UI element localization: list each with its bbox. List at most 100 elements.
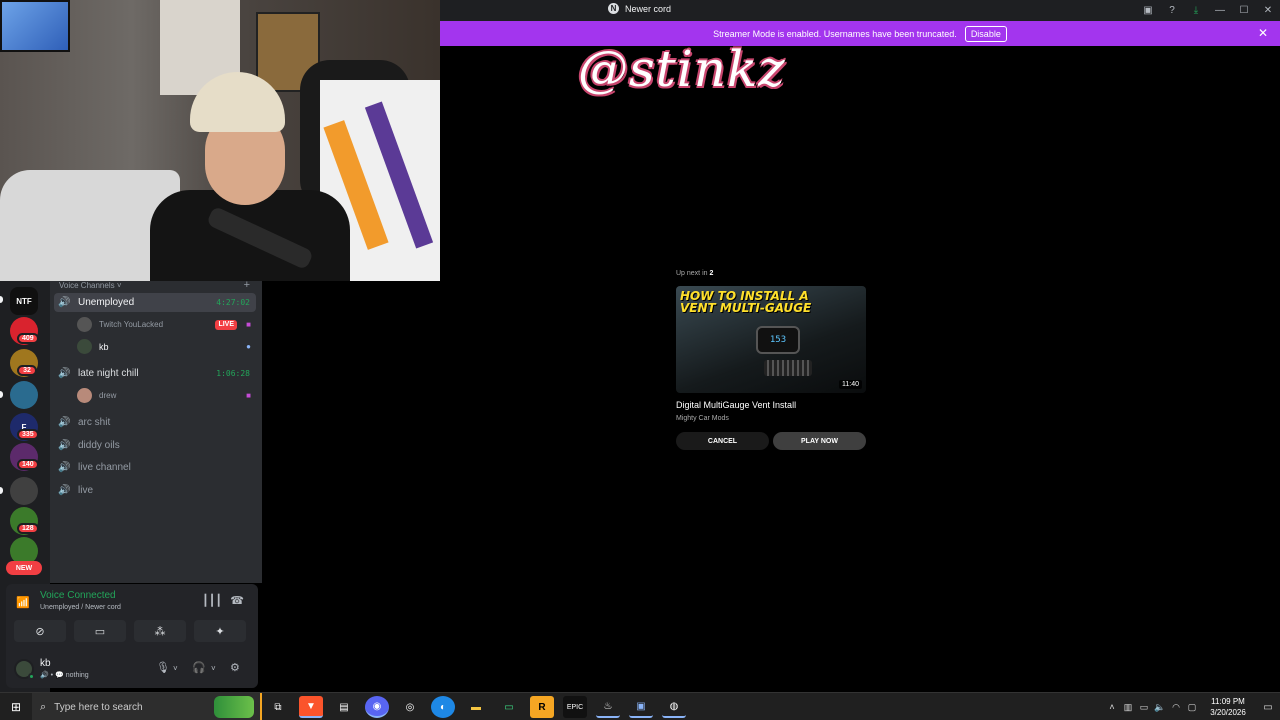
volume-icon[interactable]: 🔈 [1152, 702, 1168, 713]
voice-channel-label: live [78, 485, 94, 496]
network-icon[interactable]: ▥ [1120, 702, 1136, 713]
speaker-icon: 🔊 [58, 297, 71, 308]
soundboard-button[interactable]: ✦ [194, 620, 246, 642]
voice-channel-arc-shit[interactable]: 🔊 arc shit [54, 413, 256, 432]
app-icon[interactable]: ◎ [398, 696, 422, 718]
display-icon[interactable]: ▢ [1184, 702, 1200, 713]
channel-list: Voice Channels ˅ + 🔊 Unemployed 4:27:02 … [50, 279, 262, 583]
windows-start-button[interactable]: ⊞ [0, 693, 32, 720]
webcam-monitor [0, 0, 70, 52]
close-icon[interactable]: ✕ [1258, 26, 1268, 40]
video-channel[interactable]: Mighty Car Mods [676, 415, 729, 422]
activity-icon: ■ [246, 391, 251, 400]
screen-share-button[interactable]: ▭ [74, 620, 126, 642]
brave-browser-icon[interactable]: ▼ [299, 696, 323, 718]
epic-games-icon[interactable]: EPIC [563, 696, 587, 718]
rockstar-launcher-icon[interactable]: R [530, 696, 554, 718]
gear-icon[interactable]: ⚙ [230, 661, 240, 674]
search-icon: ⌕ [40, 700, 47, 713]
app-icon[interactable]: ◐ [431, 696, 455, 718]
battery-icon[interactable]: ▭ [1136, 702, 1152, 713]
soundboard-icon: ✦ [215, 625, 225, 638]
stream-watermark: @stinkz [578, 40, 786, 98]
taskbar-search[interactable]: ⌕ Type here to search [32, 693, 262, 720]
server-icon[interactable] [10, 381, 38, 409]
webcam-overlay [0, 0, 440, 281]
voice-channel-late-night-chill[interactable]: 🔊 late night chill 1:06:28 [54, 364, 256, 383]
chevron-up-icon[interactable]: ˄ [1104, 702, 1120, 712]
voice-channel-label: late night chill [78, 368, 139, 379]
username[interactable]: kb [40, 658, 51, 669]
server-icon-ntf[interactable]: NTF [10, 287, 38, 315]
signal-icon[interactable]: 📶 [16, 596, 30, 609]
up-next-countdown: 2 [709, 270, 714, 277]
camera-off-icon: ⊘ [35, 625, 45, 638]
voice-channel-diddy-oils[interactable]: 🔊 diddy oils [54, 436, 256, 455]
disable-streamer-mode-button[interactable]: Disable [964, 25, 1007, 42]
up-next-thumbnail[interactable]: HOW TO INSTALL A VENT MULTI-GAUGE 153 11… [676, 286, 866, 393]
cancel-button[interactable]: CANCEL [676, 432, 769, 450]
server-mention-badge: 409 [17, 333, 39, 344]
notifications-icon[interactable]: ▭ [1256, 702, 1280, 713]
download-icon[interactable]: ⤓ [1184, 0, 1208, 21]
discord-icon[interactable]: ◉ [365, 696, 389, 718]
chevron-down-icon[interactable]: ˅ [211, 664, 216, 673]
noise-suppression-icon[interactable]: ┃┃┃ [202, 594, 222, 607]
voice-user[interactable]: drew ■ [75, 386, 255, 405]
headphones-icon[interactable]: 🎧 [192, 661, 206, 674]
voice-connected-status[interactable]: Voice Connected [40, 590, 116, 601]
chat-bubble-icon: ● [246, 342, 251, 351]
voice-channel-timer: 1:06:28 [216, 369, 250, 378]
thumbnail-title: HOW TO INSTALL A VENT MULTI-GAUGE [680, 290, 811, 314]
speaker-icon: 🔊 [58, 417, 71, 428]
close-window-button[interactable]: ✕ [1256, 0, 1280, 21]
up-next-label: Up next in 2 [676, 270, 713, 277]
voice-channel-label: Unemployed [78, 297, 135, 308]
app-icon[interactable]: ▤ [332, 696, 356, 718]
maximize-button[interactable]: ☐ [1232, 0, 1256, 21]
thumbnail-title-line: VENT MULTI-GAUGE [680, 301, 812, 315]
search-placeholder: Type here to search [54, 701, 143, 713]
windows-taskbar: ⊞ ⌕ Type here to search ⧉ ▼ ▤ ◉ ◎ ◐ ▬ ▭ … [0, 692, 1280, 720]
online-status-dot [28, 673, 35, 680]
clock-time: 11:09 PM [1211, 697, 1245, 706]
camera-off-button[interactable]: ⊘ [14, 620, 66, 642]
play-now-button[interactable]: PLAY NOW [773, 432, 866, 450]
voice-user[interactable]: Twitch YouLacked LIVE ■ [75, 315, 255, 334]
voice-user[interactable]: kb ● [75, 337, 255, 356]
voice-connected-location[interactable]: Unemployed / Newer cord [40, 604, 121, 611]
terminal-icon[interactable]: ▭ [497, 696, 521, 718]
voice-channel-live-channel[interactable]: 🔊 live channel [54, 458, 256, 477]
speaker-icon: 🔊 [58, 485, 71, 496]
activities-icon: ⁂ [154, 625, 166, 638]
chevron-down-icon[interactable]: ˅ [173, 664, 178, 673]
server-icon[interactable] [10, 477, 38, 505]
task-view-icon[interactable]: ⧉ [266, 696, 290, 718]
voice-channel-live[interactable]: 🔊 live [54, 481, 256, 500]
category-header[interactable]: Voice Channels ˅ [59, 281, 122, 290]
server-mention-badge: 335 [17, 429, 39, 440]
thumbnail-vent [764, 360, 812, 376]
server-unread-pill [0, 391, 3, 398]
speaker-icon: 🔊 [58, 462, 71, 473]
obs-icon[interactable]: ◍ [662, 696, 686, 718]
screen-share-icon[interactable]: ▣ [1136, 0, 1160, 21]
add-channel-icon[interactable]: + [244, 279, 250, 291]
server-mention-badge: 32 [17, 365, 37, 376]
voice-channel-unemployed[interactable]: 🔊 Unemployed 4:27:02 [54, 293, 256, 312]
disconnect-icon[interactable]: ☎ [230, 594, 244, 607]
wifi-icon[interactable]: ◠ [1168, 702, 1184, 713]
activities-button[interactable]: ⁂ [134, 620, 186, 642]
steam-icon[interactable]: ♨ [596, 696, 620, 718]
app-window-icon[interactable]: ▣ [629, 696, 653, 718]
voice-connection-panel: 📶 Voice Connected Unemployed / Newer cor… [6, 584, 258, 648]
taskbar-clock[interactable]: 11:09 PM 3/20/2026 [1200, 696, 1256, 718]
minimize-button[interactable]: — [1208, 0, 1232, 21]
voice-channel-label: diddy oils [78, 440, 120, 451]
video-title[interactable]: Digital MultiGauge Vent Install [676, 400, 796, 410]
custom-status: 🔊 • 💬 nothing [40, 672, 89, 679]
help-icon[interactable]: ? [1160, 0, 1184, 21]
microphone-icon[interactable]: 🎙 [156, 661, 170, 674]
search-highlight-art [214, 696, 254, 718]
file-explorer-icon[interactable]: ▬ [464, 696, 488, 718]
